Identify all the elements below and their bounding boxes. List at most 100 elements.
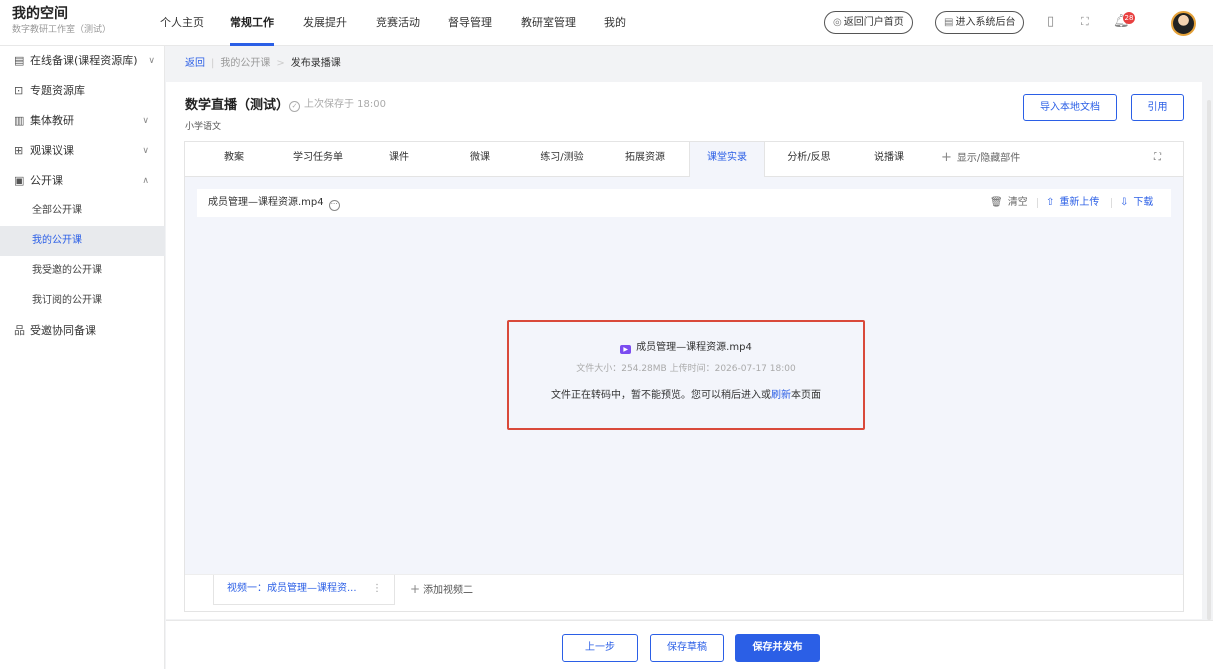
- nav-supervision[interactable]: 督导管理: [448, 0, 492, 46]
- tab-micro-lesson[interactable]: 微课: [450, 142, 510, 176]
- save-status: ✓ 上次保存于 18:00: [289, 95, 386, 112]
- breadcrumb: 返回 | 我的公开课 > 发布录播课: [185, 54, 341, 69]
- kebab-icon[interactable]: ⋮: [372, 575, 382, 603]
- library-icon: ⊡: [14, 84, 24, 97]
- resource-tabs-panel: 教案 学习任务单 课件 微课 练习/测验 拓展资源 课堂实录 分析/反思 说播课…: [184, 141, 1184, 612]
- sidebar-item-topic-library[interactable]: ⊡ 专题资源库: [0, 76, 165, 106]
- clear-button[interactable]: 🗑︎ 清空: [990, 189, 1028, 217]
- tab-classroom-record[interactable]: 课堂实录: [689, 142, 765, 177]
- video-tab-label: 视频一：成员管理—课程资...: [227, 583, 357, 594]
- save-status-text: 上次保存于 18:00: [304, 99, 386, 110]
- sidebar-item-collective-research[interactable]: ▥ 集体教研 ∨: [0, 106, 165, 136]
- observe-icon: ⊞: [14, 144, 24, 157]
- sidebar-item-online-prep[interactable]: ▤ 在线备课(课程资源库) ∨: [0, 46, 165, 76]
- cite-button[interactable]: 引用: [1131, 94, 1184, 121]
- sidebar-sub-my-open-classes[interactable]: 我的公开课: [0, 226, 165, 256]
- sidebar-sub-invited-open-classes[interactable]: 我受邀的公开课: [0, 256, 165, 286]
- page-title: 数学直播（测试）: [185, 98, 290, 113]
- file-name: 成员管理—课程资源.mp4 ···: [208, 189, 340, 217]
- portal-home-label: 返回门户首页: [843, 17, 904, 28]
- toggle-parts-label: 显示/隐藏部件: [956, 153, 1021, 164]
- add-video-label: 添加视频二: [423, 585, 474, 596]
- tab-lesson-plan[interactable]: 教案: [203, 142, 265, 176]
- collab-icon: 品: [14, 324, 25, 337]
- tab-courseware[interactable]: 课件: [371, 142, 427, 176]
- divider: [1111, 198, 1112, 208]
- sidebar-item-label: 受邀协同备课: [30, 324, 96, 337]
- sidebar: ▤ 在线备课(课程资源库) ∨ ⊡ 专题资源库 ▥ 集体教研 ∨ ⊞ 观课议课 …: [0, 46, 165, 669]
- previous-step-button[interactable]: 上一步: [562, 634, 638, 662]
- admin-backend-label: 进入系统后台: [955, 17, 1016, 28]
- document-icon: ▥: [14, 114, 25, 127]
- toggle-parts-button[interactable]: + 显示/隐藏部件: [941, 142, 1020, 176]
- plus-icon: +: [941, 150, 952, 165]
- file-name-text: 成员管理—课程资源.mp4: [208, 197, 324, 208]
- compass-icon: ◎: [833, 17, 842, 28]
- preview-message: 文件正在转码中，暂不能预览。您可以稍后进入或刷新本页面: [509, 386, 863, 401]
- transcoding-notice: ▶ 成员管理—课程资源.mp4 文件大小：254.28MB 上传时间：2026-0…: [507, 320, 865, 430]
- avatar[interactable]: [1171, 11, 1196, 36]
- refresh-link[interactable]: 刷新: [771, 390, 791, 401]
- sidebar-sub-subscribed-open-classes[interactable]: 我订阅的公开课: [0, 286, 165, 316]
- sidebar-sub-label: 全部公开课: [32, 205, 82, 216]
- tab-exercises[interactable]: 练习/测验: [529, 142, 595, 176]
- sidebar-item-label: 观课议课: [30, 144, 74, 157]
- chevron-up-icon: ∧: [142, 176, 149, 186]
- fullscreen-icon[interactable]: ⛶: [1081, 14, 1089, 30]
- import-local-doc-button[interactable]: 导入本地文档: [1023, 94, 1117, 121]
- presentation-icon: ▣: [14, 174, 25, 187]
- tab-content: 成员管理—课程资源.mp4 ··· 🗑︎ 清空 ⇧ 重新上传 ⇩ 下载 ▶ 成员管理—课程…: [185, 177, 1183, 611]
- chevron-down-icon: ∨: [142, 116, 149, 126]
- nav-personal-home[interactable]: 个人主页: [160, 0, 204, 46]
- sidebar-sub-all-open-classes[interactable]: 全部公开课: [0, 196, 165, 226]
- download-label: 下载: [1133, 197, 1154, 208]
- check-circle-icon: ✓: [289, 101, 300, 112]
- portal-home-button[interactable]: ◎ 返回门户首页: [824, 11, 913, 34]
- tab-extended-resources[interactable]: 拓展资源: [612, 142, 678, 176]
- preview-filename-text: 成员管理—课程资源.mp4: [636, 342, 752, 353]
- mobile-icon[interactable]: ▯: [1047, 14, 1054, 30]
- tab-analysis-reflection[interactable]: 分析/反思: [772, 142, 846, 176]
- nav-regular-work[interactable]: 常规工作: [230, 0, 274, 46]
- sidebar-item-open-class[interactable]: ▣ 公开课 ∧: [0, 166, 165, 196]
- video-tabs-bar: 视频一：成员管理—课程资... ⋮ + 添加视频二: [185, 574, 1183, 611]
- chevron-down-icon: ∨: [142, 146, 149, 156]
- breadcrumb-back[interactable]: 返回: [185, 58, 205, 69]
- expand-icon[interactable]: ⛶: [1154, 152, 1161, 163]
- sidebar-sub-label: 我订阅的公开课: [32, 295, 102, 306]
- nav-research-office[interactable]: 教研室管理: [521, 0, 576, 46]
- brand[interactable]: 我的空间 数字教研工作室（测试）: [12, 6, 111, 37]
- tab-presentation[interactable]: 说播课: [858, 142, 920, 176]
- plus-icon: +: [410, 582, 421, 596]
- reupload-label: 重新上传: [1059, 197, 1100, 208]
- save-publish-button[interactable]: 保存并发布: [735, 634, 820, 662]
- admin-backend-button[interactable]: ▤ 进入系统后台: [935, 11, 1025, 34]
- sidebar-item-label: 公开课: [30, 174, 63, 187]
- scrollbar[interactable]: [1207, 100, 1211, 620]
- sidebar-item-label: 在线备课(课程资源库): [30, 54, 138, 67]
- subject-label: 小学语文: [185, 122, 222, 132]
- notebook-icon: ▤: [14, 54, 25, 67]
- brand-title: 我的空间: [12, 6, 68, 22]
- preview-meta: 文件大小：254.28MB 上传时间：2026-07-17 18:00: [576, 364, 796, 374]
- download-button[interactable]: ⇩ 下载: [1120, 189, 1153, 217]
- preview-message-text: 文件正在转码中，暂不能预览。您可以稍后进入或: [551, 390, 771, 401]
- nav-development[interactable]: 发展提升: [303, 0, 347, 46]
- nav-mine[interactable]: 我的: [604, 0, 626, 46]
- preview-message-tail: 本页面: [791, 390, 821, 401]
- breadcrumb-divider: |: [211, 58, 215, 69]
- reupload-button[interactable]: ⇧ 重新上传: [1046, 189, 1099, 217]
- footer-action-bar: 上一步 保存草稿 保存并发布: [166, 620, 1213, 669]
- video-tab-1[interactable]: 视频一：成员管理—课程资... ⋮: [213, 575, 395, 605]
- sidebar-item-collab-prep[interactable]: 品 受邀协同备课: [0, 316, 165, 346]
- nav-competition[interactable]: 竞赛活动: [376, 0, 420, 46]
- breadcrumb-parent[interactable]: 我的公开课: [220, 58, 270, 69]
- tab-task-sheet[interactable]: 学习任务单: [280, 142, 356, 176]
- chevron-down-icon: ∨: [148, 56, 155, 66]
- breadcrumb-separator: >: [276, 58, 285, 69]
- add-video-button[interactable]: + 添加视频二: [410, 575, 473, 605]
- video-file-icon: ▶: [620, 345, 632, 354]
- more-icon[interactable]: ···: [328, 200, 340, 211]
- save-draft-button[interactable]: 保存草稿: [650, 634, 724, 662]
- sidebar-item-lesson-observation[interactable]: ⊞ 观课议课 ∨: [0, 136, 165, 166]
